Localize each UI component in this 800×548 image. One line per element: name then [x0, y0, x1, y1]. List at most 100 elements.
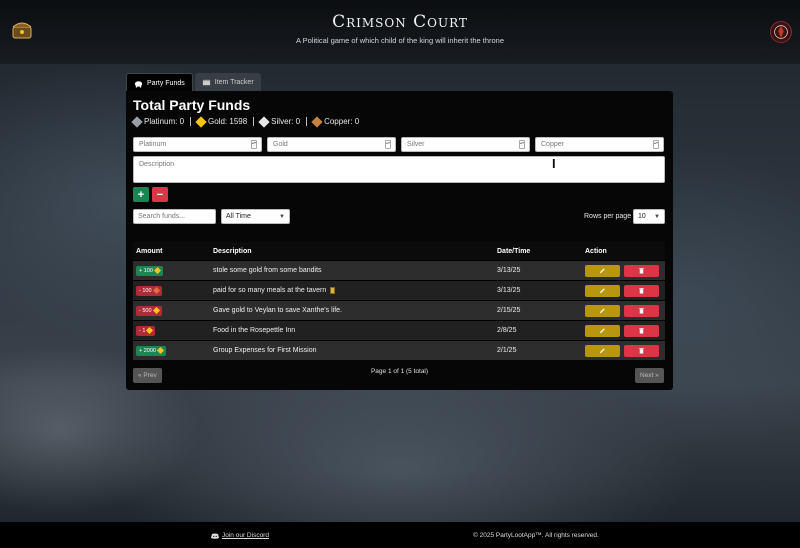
subtract-funds-button[interactable]: − — [152, 187, 168, 202]
table-row: + 2000 Group Expenses for First Mission 2/… — [133, 340, 665, 360]
stepper-icon[interactable]: ▴▾ — [251, 140, 257, 149]
table-header: Amount Description Date/Time Action — [133, 242, 665, 260]
trash-icon — [639, 268, 644, 274]
edit-button[interactable] — [585, 304, 620, 317]
chevron-down-icon: ▼ — [654, 213, 660, 220]
date-cell: 3/13/25 — [497, 287, 521, 294]
tab-label: Party Funds — [147, 79, 185, 87]
delete-button[interactable] — [624, 284, 659, 297]
description-textarea[interactable]: Description — [133, 156, 665, 183]
edit-button[interactable] — [585, 344, 620, 357]
header-action: Action — [585, 247, 607, 255]
description-cell: Food in the Rosepettle Inn — [213, 327, 296, 334]
date-cell: 2/1/25 — [497, 347, 517, 354]
pencil-icon — [599, 348, 605, 354]
edit-button[interactable] — [585, 324, 620, 337]
description-cell: Gave gold to Veylan to save Xanthe's lif… — [213, 307, 342, 314]
action-cell — [585, 304, 665, 317]
period-select[interactable]: All Time ▼ — [221, 209, 290, 224]
pencil-icon — [599, 288, 605, 294]
stepper-icon[interactable]: ▴▾ — [653, 140, 659, 149]
stepper-icon[interactable]: ▴▾ — [519, 140, 525, 149]
header-description: Description — [213, 247, 252, 255]
party-funds-panel: Total Party Funds Platinum: 0 Gold: 1598… — [126, 91, 673, 390]
date-cell: 3/13/25 — [497, 267, 521, 274]
amount-cell: + 2000 — [133, 345, 213, 356]
next-page-button[interactable]: Next » — [635, 368, 664, 383]
piggy-bank-icon — [134, 80, 143, 88]
note-icon — [330, 287, 336, 294]
trash-icon — [639, 328, 644, 334]
table-row: - 1 Food in the Rosepettle Inn 2/8/25 — [133, 320, 665, 340]
rows-per-page-label: Rows per page — [584, 213, 632, 220]
crest-icon — [774, 25, 788, 39]
tab-label: Item Tracker — [214, 79, 254, 86]
gold-coin-icon — [153, 266, 161, 275]
balance-gold: Gold: 1598 — [190, 115, 253, 128]
site-footer: Join our Discord © 2025 PartyLootApp™. A… — [0, 522, 800, 548]
delete-button[interactable] — [624, 344, 659, 357]
site-header: Crimson Court A Political game of which … — [0, 0, 800, 64]
text-cursor-icon: I — [552, 156, 556, 171]
edit-button[interactable] — [585, 284, 620, 297]
action-cell — [585, 324, 665, 337]
discord-link[interactable]: Join our Discord — [211, 532, 269, 539]
header-date: Date/Time — [497, 247, 531, 255]
box-icon — [202, 79, 210, 86]
page-info: Page 1 of 1 (5 total) — [370, 368, 429, 375]
gold-coin-icon — [195, 115, 207, 128]
date-cell: 2/15/25 — [497, 307, 521, 314]
action-cell — [585, 344, 665, 357]
tab-bar: Party Funds Item Tracker — [126, 73, 261, 92]
balance-silver: Silver: 0 — [253, 115, 306, 128]
delete-button[interactable] — [624, 264, 659, 277]
copper-coin-icon — [152, 286, 160, 295]
gold-coin-icon — [156, 346, 165, 355]
amount-badge: - 500 — [136, 305, 162, 316]
rows-per-page-select[interactable]: 10 ▼ — [633, 209, 665, 224]
amount-badge: + 100 — [136, 265, 163, 276]
copyright-text: © 2025 PartyLootApp™. All rights reserve… — [473, 532, 599, 539]
panel-title: Total Party Funds — [133, 97, 251, 113]
silver-input[interactable]: Silver ▴▾ — [401, 137, 530, 152]
header-amount: Amount — [136, 247, 163, 255]
pencil-icon — [599, 328, 605, 334]
silver-coin-icon — [258, 115, 270, 128]
description-cell: Group Expenses for First Mission — [213, 347, 317, 354]
trash-icon — [639, 348, 644, 354]
amount-cell: - 500 — [133, 305, 213, 316]
date-cell: 2/8/25 — [497, 327, 517, 334]
amount-cell: - 1 — [133, 325, 213, 336]
funds-table: Amount Description Date/Time Action + 10… — [133, 242, 665, 360]
search-funds-input[interactable]: Search funds... — [133, 209, 216, 224]
table-row: - 100 paid for so many meals at the taver… — [133, 280, 665, 300]
delete-button[interactable] — [624, 324, 659, 337]
delete-button[interactable] — [624, 304, 659, 317]
action-cell — [585, 264, 665, 277]
add-funds-button[interactable]: + — [133, 187, 149, 202]
tab-item-tracker[interactable]: Item Tracker — [194, 73, 261, 92]
trash-icon — [639, 288, 644, 294]
amount-badge: - 100 — [136, 285, 162, 296]
user-avatar[interactable] — [770, 21, 792, 43]
balance-platinum: Platinum: 0 — [131, 115, 190, 128]
site-title: Crimson Court — [332, 12, 468, 32]
balance-copper: Copper: 0 — [306, 115, 365, 128]
chevron-down-icon: ▼ — [279, 213, 285, 220]
description-cell: paid for so many meals at the tavern — [213, 287, 497, 294]
balance-summary: Platinum: 0 Gold: 1598 Silver: 0 Copper:… — [131, 115, 365, 128]
amount-badge: - 1 — [136, 325, 156, 336]
site-subtitle: A Political game of which child of the k… — [295, 36, 505, 45]
copper-input[interactable]: Copper ▴▾ — [535, 137, 664, 152]
tab-party-funds[interactable]: Party Funds — [126, 73, 193, 92]
gold-coin-icon — [152, 306, 160, 315]
amount-badge: + 2000 — [136, 345, 166, 356]
table-row: + 100 stole some gold from some bandits 3/… — [133, 260, 665, 280]
gold-input[interactable]: Gold ▴▾ — [267, 137, 396, 152]
edit-button[interactable] — [585, 264, 620, 277]
platinum-coin-icon — [131, 115, 143, 128]
platinum-input[interactable]: Platinum ▴▾ — [133, 137, 262, 152]
stepper-icon[interactable]: ▴▾ — [385, 140, 391, 149]
action-cell — [585, 284, 665, 297]
amount-cell: + 100 — [133, 265, 213, 276]
